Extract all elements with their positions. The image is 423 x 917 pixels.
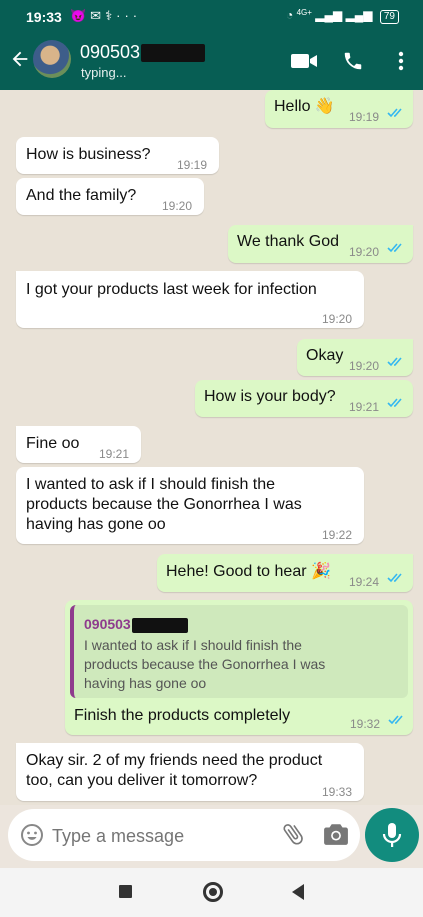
chat-header: 090503 typing... [0, 34, 423, 90]
contact-name[interactable]: 090503 [80, 42, 206, 63]
more-vert-icon[interactable] [396, 50, 406, 72]
signal-icon-2: ▂▄▆ [345, 8, 373, 22]
wave-emoji: 👋 [314, 98, 335, 115]
battery-icon: 79 [379, 10, 399, 24]
message-text: How is business? [26, 146, 151, 163]
wifi-icon: ◔ [285, 8, 294, 22]
phone-icon[interactable] [342, 50, 364, 72]
message-text: How is your body? [204, 388, 336, 405]
message-text: Okay sir. 2 of my friends need the produ… [26, 752, 323, 789]
recents-button[interactable] [119, 885, 132, 898]
message-outgoing[interactable]: Okay 19:20 [297, 339, 413, 376]
signal-icon: ▂▄▆ [315, 8, 343, 22]
message-time: 19:22 [322, 528, 353, 542]
mic-icon [382, 823, 402, 847]
attach-icon[interactable] [280, 821, 306, 847]
read-ticks-icon [387, 243, 402, 253]
message-text: Hello [274, 98, 311, 115]
message-composer[interactable] [8, 809, 360, 861]
contact-number: 090503 [80, 42, 141, 62]
quoted-sender: 090503 [84, 614, 188, 634]
message-text: We thank God [237, 233, 339, 250]
message-time: 19:24 [349, 575, 380, 589]
quoted-message[interactable]: 090503 I wanted to ask if I should finis… [70, 605, 408, 698]
read-ticks-icon [387, 573, 402, 583]
message-text: Finish the products completely [74, 707, 291, 724]
emoji-icon[interactable] [20, 823, 44, 847]
message-time: 19:20 [349, 359, 380, 373]
message-time: 19:19 [349, 110, 380, 124]
back-arrow-icon[interactable] [9, 48, 31, 70]
battery-level: 79 [383, 11, 395, 22]
message-text: I wanted to ask if I should finish the p… [26, 476, 302, 533]
message-outgoing[interactable]: Hehe! Good to hear 🎉 19:24 [157, 554, 413, 592]
message-incoming[interactable]: Okay sir. 2 of my friends need the produ… [16, 743, 364, 801]
message-time: 19:20 [162, 199, 193, 213]
chat-area[interactable]: Hello 👋 19:19 How is business? 19:19 And… [0, 90, 423, 805]
message-incoming[interactable]: Fine oo 19:21 [16, 426, 141, 463]
message-outgoing[interactable]: We thank God 19:20 [228, 225, 413, 263]
contact-status: typing... [81, 65, 127, 80]
home-button[interactable] [203, 882, 223, 902]
read-ticks-icon [387, 108, 402, 118]
message-time: 19:32 [350, 717, 381, 731]
message-incoming[interactable]: I wanted to ask if I should finish the p… [16, 467, 364, 544]
message-time: 19:20 [322, 312, 353, 326]
quoted-text: I wanted to ask if I should finish the p… [84, 637, 326, 691]
video-call-icon[interactable] [290, 50, 318, 72]
read-ticks-icon [388, 715, 403, 725]
message-incoming[interactable]: I got your products last week for infect… [16, 271, 364, 328]
camera-icon[interactable] [323, 822, 349, 846]
message-time: 19:19 [177, 158, 208, 172]
notification-icons: 😈✉⚕··· [70, 8, 142, 23]
status-time: 19:33 [26, 9, 62, 25]
message-text: Okay [306, 347, 344, 364]
message-incoming[interactable]: How is business? 19:19 [16, 137, 219, 174]
message-input[interactable] [50, 822, 274, 850]
message-time: 19:33 [322, 785, 353, 799]
message-time: 19:21 [349, 400, 380, 414]
mic-button[interactable] [365, 808, 419, 862]
message-text: Hehe! Good to hear [166, 563, 307, 580]
message-outgoing-reply[interactable]: 090503 I wanted to ask if I should finis… [65, 600, 413, 735]
message-outgoing[interactable]: How is your body? 19:21 [195, 380, 413, 417]
read-ticks-icon [387, 398, 402, 408]
message-text: And the family? [26, 187, 137, 204]
quoted-sender-number: 090503 [84, 616, 131, 632]
message-outgoing[interactable]: Hello 👋 19:19 [265, 90, 413, 128]
message-text: I got your products last week for infect… [26, 281, 317, 298]
status-right: ◔ 4G+ ▂▄▆ ▂▄▆ 79 [286, 8, 399, 24]
message-time: 19:20 [349, 245, 380, 259]
redaction-mark [141, 44, 206, 63]
party-emoji: 🎉 [311, 563, 331, 580]
message-time: 19:21 [99, 447, 130, 461]
network-label: 4G+ [296, 8, 312, 17]
redaction-mark [131, 617, 188, 633]
avatar[interactable] [33, 40, 71, 78]
message-text: Fine oo [26, 435, 80, 452]
back-button[interactable] [290, 883, 306, 901]
system-nav-bar [0, 868, 423, 917]
read-ticks-icon [387, 357, 402, 367]
status-bar: 19:33 😈✉⚕··· ◔ 4G+ ▂▄▆ ▂▄▆ 79 [0, 0, 423, 34]
message-incoming[interactable]: And the family? 19:20 [16, 178, 204, 215]
